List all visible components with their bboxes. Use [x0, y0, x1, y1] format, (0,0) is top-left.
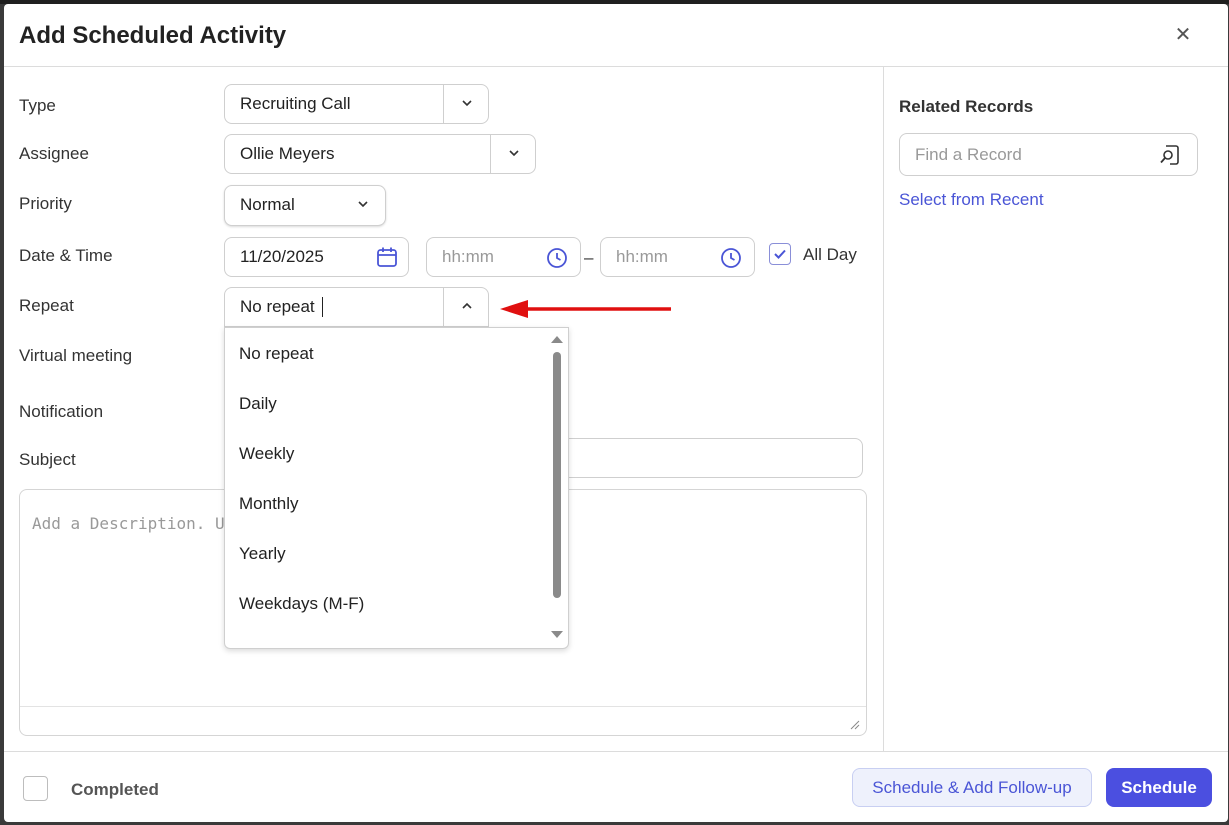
priority-value: Normal: [240, 195, 295, 214]
notification-label: Notification: [19, 402, 104, 421]
scroll-down-arrow-icon[interactable]: [550, 630, 564, 640]
clock-icon[interactable]: [720, 247, 742, 269]
checkmark-icon: [774, 249, 786, 259]
type-select[interactable]: Recruiting Call: [224, 84, 489, 124]
date-input[interactable]: 11/20/2025: [224, 237, 409, 277]
chevron-up-icon[interactable]: [457, 296, 477, 316]
type-label: Type: [19, 96, 56, 115]
clock-icon[interactable]: [546, 247, 568, 269]
repeat-option-weekly[interactable]: Weekly: [239, 444, 294, 464]
add-scheduled-activity-modal: Add Scheduled Activity ✕ Type Recruiting…: [4, 4, 1228, 822]
related-records-panel: Related Records Find a Record Select fro…: [883, 67, 1228, 751]
schedule-button[interactable]: Schedule: [1106, 768, 1212, 807]
chevron-down-icon[interactable]: [504, 143, 524, 163]
description-placeholder: Add a Description. Us: [32, 514, 235, 533]
close-icon[interactable]: ✕: [1172, 24, 1194, 46]
record-search-icon[interactable]: [1158, 143, 1182, 167]
repeat-select[interactable]: No repeat: [224, 287, 489, 327]
scrollbar-thumb[interactable]: [553, 352, 561, 598]
priority-label: Priority: [19, 194, 72, 213]
schedule-add-follow-up-button[interactable]: Schedule & Add Follow-up: [852, 768, 1092, 807]
resize-handle-icon[interactable]: [848, 718, 860, 730]
virtual-meeting-label: Virtual meeting: [19, 346, 133, 365]
repeat-value: No repeat: [240, 297, 315, 316]
datetime-label: Date & Time: [19, 246, 113, 265]
end-time-input[interactable]: hh:mm: [600, 237, 755, 277]
text-cursor: [322, 297, 323, 317]
date-value: 11/20/2025: [240, 247, 324, 266]
repeat-option-no-repeat[interactable]: No repeat: [239, 344, 314, 364]
time-separator: –: [584, 248, 594, 267]
dropdown-scrollbar[interactable]: [550, 328, 564, 646]
all-day-checkbox[interactable]: [769, 243, 791, 265]
assignee-select[interactable]: Ollie Meyers: [224, 134, 536, 174]
form-panel: Type Recruiting Call Assignee Ollie Meye…: [4, 67, 883, 751]
modal-header: Add Scheduled Activity ✕: [4, 4, 1228, 67]
subject-label: Subject: [19, 450, 76, 469]
repeat-option-monthly[interactable]: Monthly: [239, 494, 299, 514]
annotation-arrow-icon: [500, 300, 671, 318]
modal-footer: Completed Schedule & Add Follow-up Sched…: [4, 751, 1228, 822]
repeat-option-daily[interactable]: Daily: [239, 394, 277, 414]
priority-select[interactable]: Normal: [224, 185, 386, 226]
find-record-placeholder: Find a Record: [915, 145, 1022, 164]
select-from-recent-link[interactable]: Select from Recent: [899, 190, 1044, 210]
assignee-value: Ollie Meyers: [240, 144, 335, 163]
end-time-placeholder: hh:mm: [616, 247, 668, 266]
repeat-option-yearly[interactable]: Yearly: [239, 544, 286, 564]
start-time-input[interactable]: hh:mm: [426, 237, 581, 277]
chevron-down-icon[interactable]: [353, 194, 373, 214]
assignee-label: Assignee: [19, 144, 89, 163]
start-time-placeholder: hh:mm: [442, 247, 494, 266]
completed-label: Completed: [71, 780, 159, 799]
repeat-dropdown-list: No repeat Daily Weekly Monthly Yearly We…: [224, 327, 569, 649]
repeat-option-weekdays[interactable]: Weekdays (M-F): [239, 594, 364, 614]
related-records-heading: Related Records: [899, 97, 1034, 116]
chevron-down-icon[interactable]: [457, 93, 477, 113]
calendar-icon[interactable]: [376, 246, 398, 268]
scroll-up-arrow-icon[interactable]: [550, 334, 564, 344]
find-record-input[interactable]: Find a Record: [899, 133, 1198, 176]
completed-checkbox[interactable]: [23, 776, 48, 801]
all-day-label: All Day: [803, 245, 857, 264]
repeat-label: Repeat: [19, 296, 74, 315]
modal-title: Add Scheduled Activity: [19, 22, 287, 49]
type-value: Recruiting Call: [240, 94, 351, 113]
